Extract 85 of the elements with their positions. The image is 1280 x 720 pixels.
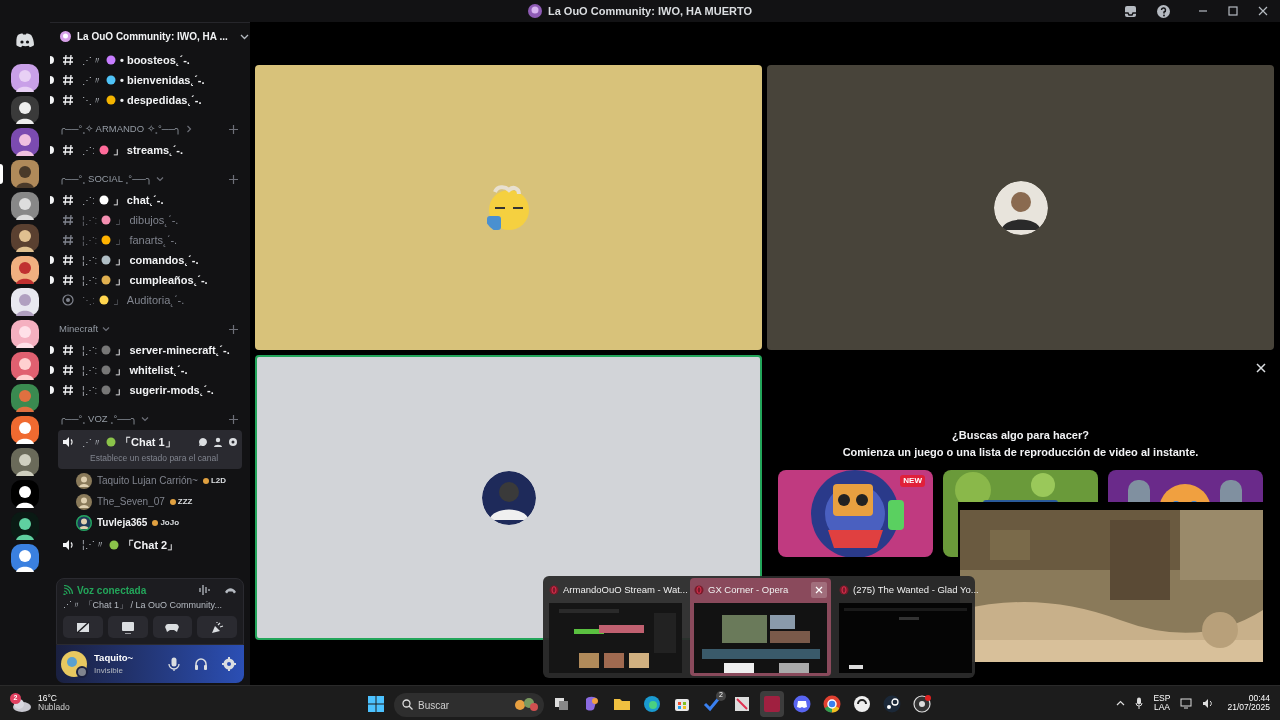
category-header[interactable]: ╭──°˳ SOCIAL ˳°──╮	[50, 168, 242, 190]
channel-prefix: ¦⋰ː	[82, 273, 98, 288]
channel-status[interactable]: Establece un estado para el canal	[62, 452, 238, 467]
channel-name: • despedidas˛ˊ-.	[120, 92, 202, 108]
user-status: Invisible	[94, 665, 124, 678]
channel-item[interactable]: ⋰ː 」 streams˛ˊ-.	[58, 140, 242, 160]
window-preview[interactable]: GX Corner - Opera	[690, 578, 831, 676]
channel-item[interactable]: ¦⋰ː 」 server-minecraft˛ˊ-.	[58, 340, 242, 360]
channel-item[interactable]: ⋱ː 」 Auditoria˛ˊ-.	[58, 290, 242, 310]
activity-title: ¿Buscas algo para hacer?	[952, 428, 1089, 444]
channel-prefix: ⋰ː	[82, 143, 95, 158]
channel-name: 」 dibujos˛ˊ-.	[115, 212, 179, 229]
channel-prefix: ¦⋰ː	[82, 343, 98, 358]
channel-name: 」 chat˛ˊ-.	[112, 192, 164, 208]
activity-subtitle: Comienza un juego o una lista de reproducción de video al instante.	[842, 444, 1199, 460]
channel-name: 」 whitelist˛ˊ-.	[115, 362, 188, 378]
channel-name: 「Chat 2」	[122, 537, 179, 553]
channel-prefix: ¦⋰〃	[82, 538, 105, 553]
user-name[interactable]: Tuvleja365	[97, 515, 148, 531]
channel-prefix: ¦⋰ː	[82, 233, 98, 248]
channel-name: • bienvenidas˛ˊ-.	[120, 72, 205, 88]
category-header[interactable]: ╭──°˳ VOZ ˳°──╮	[50, 408, 242, 430]
clock[interactable]: 00:44 21/07/2025	[1227, 693, 1270, 713]
voice-status: Voz conectada	[77, 583, 148, 598]
channel-item[interactable]: ¦⋰ː 」 fanarts˛ˊ-.	[58, 230, 242, 250]
channel-prefix: ⋰〃	[82, 53, 102, 68]
channel-name: 」 Auditoria˛ˊ-.	[112, 292, 185, 309]
channel-prefix: ¦⋰ː	[82, 213, 98, 228]
channel-name: • boosteos˛ˊ-.	[120, 52, 190, 68]
channel-name: 」 streams˛ˊ-.	[112, 142, 184, 158]
channel-name: 」 cumpleaños˛ˊ-.	[115, 272, 208, 288]
category-label: Minecraft	[59, 321, 99, 336]
channel-item[interactable]: ⋰ː 」 chat˛ˊ-.	[58, 190, 242, 210]
window-title: ArmandoOuO Stream - Wat...	[563, 582, 688, 597]
channel-item[interactable]: ¦⋰ː 」 cumpleaños˛ˊ-.	[58, 270, 242, 290]
channel-name: 」 server-minecraft˛ˊ-.	[115, 342, 230, 358]
channel-prefix: ⋰〃	[82, 73, 102, 88]
user-tag: ZZZ	[169, 495, 193, 508]
new-badge: NEW	[900, 475, 925, 487]
channel-prefix: ⋰ː	[82, 193, 95, 208]
channel-prefix: ⋱〃	[82, 93, 102, 108]
language-code: ESP	[1153, 693, 1171, 703]
channel-name: 」 sugerir-mods˛ˊ-.	[115, 382, 214, 398]
window-preview[interactable]: (275) The Wanted - Glad Yo...	[835, 578, 976, 676]
channel-prefix: ⋰〃	[82, 435, 102, 450]
window-title: (275) The Wanted - Glad Yo...	[853, 582, 979, 597]
channel-item[interactable]: ¦⋰〃 「Chat 2」	[58, 534, 242, 555]
channel-prefix: ¦⋰ː	[82, 383, 98, 398]
weather-label: Nublado	[38, 703, 70, 713]
category-label: ╭──°˳ VOZ ˳°──╮	[59, 411, 137, 427]
time: 00:44	[1248, 693, 1270, 703]
channel-item[interactable]: ¦⋰ː 」 whitelist˛ˊ-.	[58, 360, 242, 380]
user-name[interactable]: Taquito Lujan Carrión~	[97, 473, 198, 489]
window-title: GX Corner - Opera	[708, 582, 790, 597]
user-name: Taquito~	[94, 650, 135, 665]
user-tag: L2D	[202, 474, 227, 487]
channel-item[interactable]: ⋰〃 • bienvenidas˛ˊ-.	[58, 70, 242, 90]
voice-channel-link[interactable]: ⋰〃 「Chat 1」 / La OuO Community...	[63, 598, 237, 612]
channel-item[interactable]: ⋰〃 「Chat 1」 Establece un estado para el canal	[58, 430, 242, 469]
channel-item[interactable]: ¦⋰ː 」 dibujos˛ˊ-.	[58, 210, 242, 230]
temperature: 16°C	[38, 693, 58, 703]
channel-name: 「Chat 1」	[120, 434, 176, 450]
date: 21/07/2025	[1227, 703, 1270, 713]
channel-prefix: ⋱ː	[82, 293, 95, 308]
channel-item[interactable]: ⋰〃 • boosteos˛ˊ-.	[58, 50, 242, 70]
channel-name: 」 comandos˛ˊ-.	[115, 252, 199, 268]
channel-item[interactable]: ¦⋰ː 」 comandos˛ˊ-.	[58, 250, 242, 270]
channel-prefix: ¦⋰ː	[82, 253, 98, 268]
category-header[interactable]: ╭──°˳✧ ARMANDO ✧˳°──╮	[50, 118, 242, 140]
channel-prefix: ¦⋰ː	[82, 363, 98, 378]
category-label: ╭──°˳ SOCIAL ˳°──╮	[59, 171, 152, 187]
window-preview[interactable]: ArmandoOuO Stream - Wat...	[545, 578, 686, 676]
category-label: ╭──°˳✧ ARMANDO ✧˳°──╮	[59, 121, 182, 137]
channel-item[interactable]: ⋱〃 • despedidas˛ˊ-.	[58, 90, 242, 110]
language-indicator[interactable]: ESP LAA	[1153, 693, 1171, 713]
window-title: La OuO Community: IWO, HA MUERTO	[547, 3, 753, 19]
user-tag: JoJo	[152, 516, 180, 529]
search-field[interactable]: Buscar	[394, 693, 544, 717]
server-name: La OuO Community: IWO, HA ...	[77, 30, 228, 44]
channel-name: 」 fanarts˛ˊ-.	[115, 232, 178, 249]
server-header[interactable]: La OuO Community: IWO, HA ...	[50, 22, 250, 50]
user-name[interactable]: The_Seven_07	[97, 494, 165, 510]
layout-code: LAA	[1153, 703, 1170, 713]
category-header[interactable]: Minecraft	[50, 318, 242, 340]
channel-item[interactable]: ¦⋰ː 」 sugerir-mods˛ˊ-.	[58, 380, 242, 400]
